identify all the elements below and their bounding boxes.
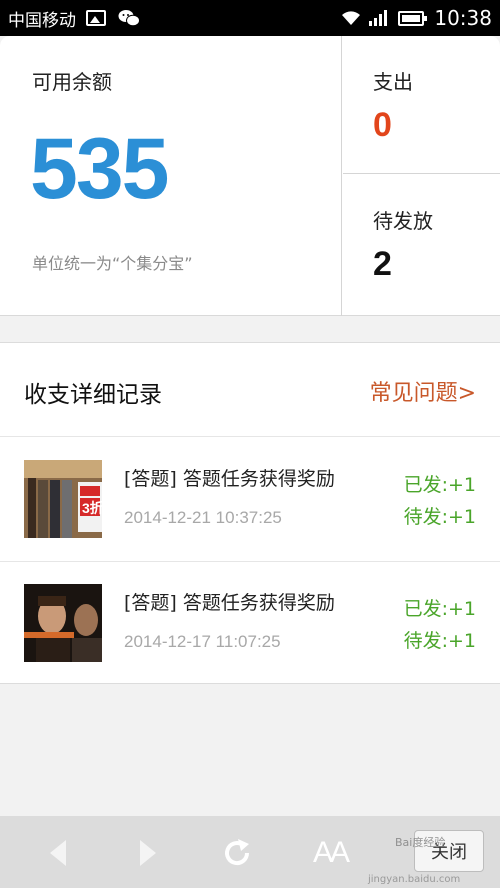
record-sent: 已发:+1 — [403, 474, 476, 496]
battery-icon — [398, 10, 428, 26]
expense-label: 支出 — [373, 70, 413, 94]
record-pending: 待发:+1 — [403, 506, 476, 528]
pending-label: 待发放 — [373, 209, 433, 233]
forward-arrow-icon — [140, 840, 156, 866]
faq-link[interactable]: 常见问题> — [370, 375, 476, 407]
balance-amount: 535 — [30, 121, 169, 217]
records-header: 收支详细记录 常见问题> — [0, 343, 500, 437]
record-thumbnail: 3折 — [24, 460, 102, 538]
wechat-icon — [118, 9, 140, 27]
watermark-logo: Bai度经验 — [395, 836, 446, 849]
signal-icon — [369, 10, 388, 26]
record-thumbnail — [24, 584, 102, 662]
pending-panel[interactable]: 待发放 2 — [343, 175, 500, 316]
forward-button[interactable] — [122, 828, 172, 878]
image-notification-icon — [86, 10, 106, 26]
record-time: 2014-12-17 11:07:25 — [124, 632, 281, 651]
svg-text:3折: 3折 — [82, 500, 102, 516]
expense-panel[interactable]: 支出 0 — [343, 36, 500, 174]
list-item[interactable]: 3折 [答题] 答题任务获得奖励 2014-12-21 10:37:25 已发:… — [0, 438, 500, 562]
clock: 10:38 — [434, 6, 492, 30]
refresh-button[interactable] — [212, 828, 262, 878]
record-time: 2014-12-21 10:37:25 — [124, 508, 282, 527]
carrier-name: 中国移动 — [8, 10, 76, 31]
list-item[interactable]: [答题] 答题任务获得奖励 2014-12-17 11:07:25 已发:+1 … — [0, 562, 500, 686]
records-title: 收支详细记录 — [24, 382, 162, 408]
balance-card: 可用余额 535 单位统一为“个集分宝” 支出 0 待发放 2 — [0, 36, 500, 316]
record-pending: 待发:+1 — [403, 630, 476, 652]
wifi-icon — [342, 11, 361, 25]
record-sent: 已发:+1 — [403, 598, 476, 620]
watermark-url: jingyan.baidu.com — [368, 874, 461, 885]
balance-title: 可用余额 — [32, 70, 112, 94]
records-card: 收支详细记录 常见问题> 3折 [答题] 答题任务获得奖励 2014-12-21… — [0, 342, 500, 684]
back-arrow-icon — [50, 840, 66, 866]
font-size-button[interactable]: AA — [302, 828, 358, 878]
record-name: [答题] 答题任务获得奖励 — [124, 468, 335, 490]
font-size-icon: AA — [312, 836, 350, 869]
status-bar: 中国移动 10:38 — [0, 0, 500, 36]
refresh-icon — [225, 839, 250, 866]
expense-value: 0 — [373, 106, 392, 144]
record-name: [答题] 答题任务获得奖励 — [124, 592, 335, 614]
balance-unit-note: 单位统一为“个集分宝” — [32, 254, 193, 273]
available-balance-panel: 可用余额 535 单位统一为“个集分宝” — [0, 36, 342, 316]
pending-value: 2 — [373, 245, 392, 283]
back-button[interactable] — [34, 828, 84, 878]
